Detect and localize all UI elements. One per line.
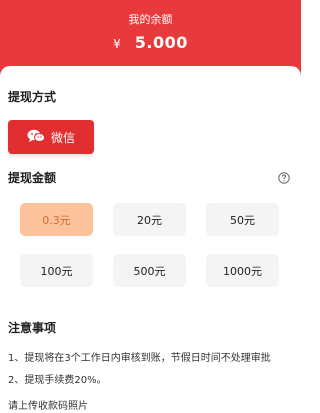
balance-header: 我的余额 ¥ 5.000	[0, 0, 301, 76]
amount-option-1000[interactable]: 1000元	[206, 254, 279, 287]
question-circle-icon[interactable]	[278, 169, 290, 184]
note-item-2: 2、提现手续费20%。	[8, 375, 107, 386]
balance-display: ¥ 5.000	[0, 33, 301, 52]
amount-option-100[interactable]: 100元	[20, 254, 93, 287]
amount-option-500[interactable]: 500元	[113, 254, 186, 287]
upload-qr-prompt[interactable]: 请上传收款码照片	[8, 397, 88, 412]
header-title: 我的余额	[128, 13, 173, 26]
withdraw-amount-title: 提现金额	[8, 171, 57, 185]
amount-option-20[interactable]: 20元	[113, 203, 186, 236]
wechat-label: 微信	[50, 130, 75, 145]
note-item-1: 1、提现将在3个工作日内审核到账，节假日时间不处理审批	[8, 353, 271, 364]
wechat-method-button[interactable]: 微信	[8, 120, 94, 154]
currency-symbol: ¥	[113, 37, 121, 51]
wechat-icon	[27, 129, 45, 146]
withdraw-panel: 提现方式 微信 提现金额 0.3元 20元 50元 100元 500元 1000…	[0, 66, 301, 413]
amount-option-0-3[interactable]: 0.3元	[20, 203, 93, 236]
amount-option-50[interactable]: 50元	[206, 203, 279, 236]
notes-title: 注意事项	[8, 321, 57, 335]
balance-amount: 5.000	[134, 33, 188, 52]
amount-options: 0.3元 20元 50元 100元 500元 1000元	[20, 203, 279, 287]
withdraw-method-title: 提现方式	[8, 90, 57, 104]
